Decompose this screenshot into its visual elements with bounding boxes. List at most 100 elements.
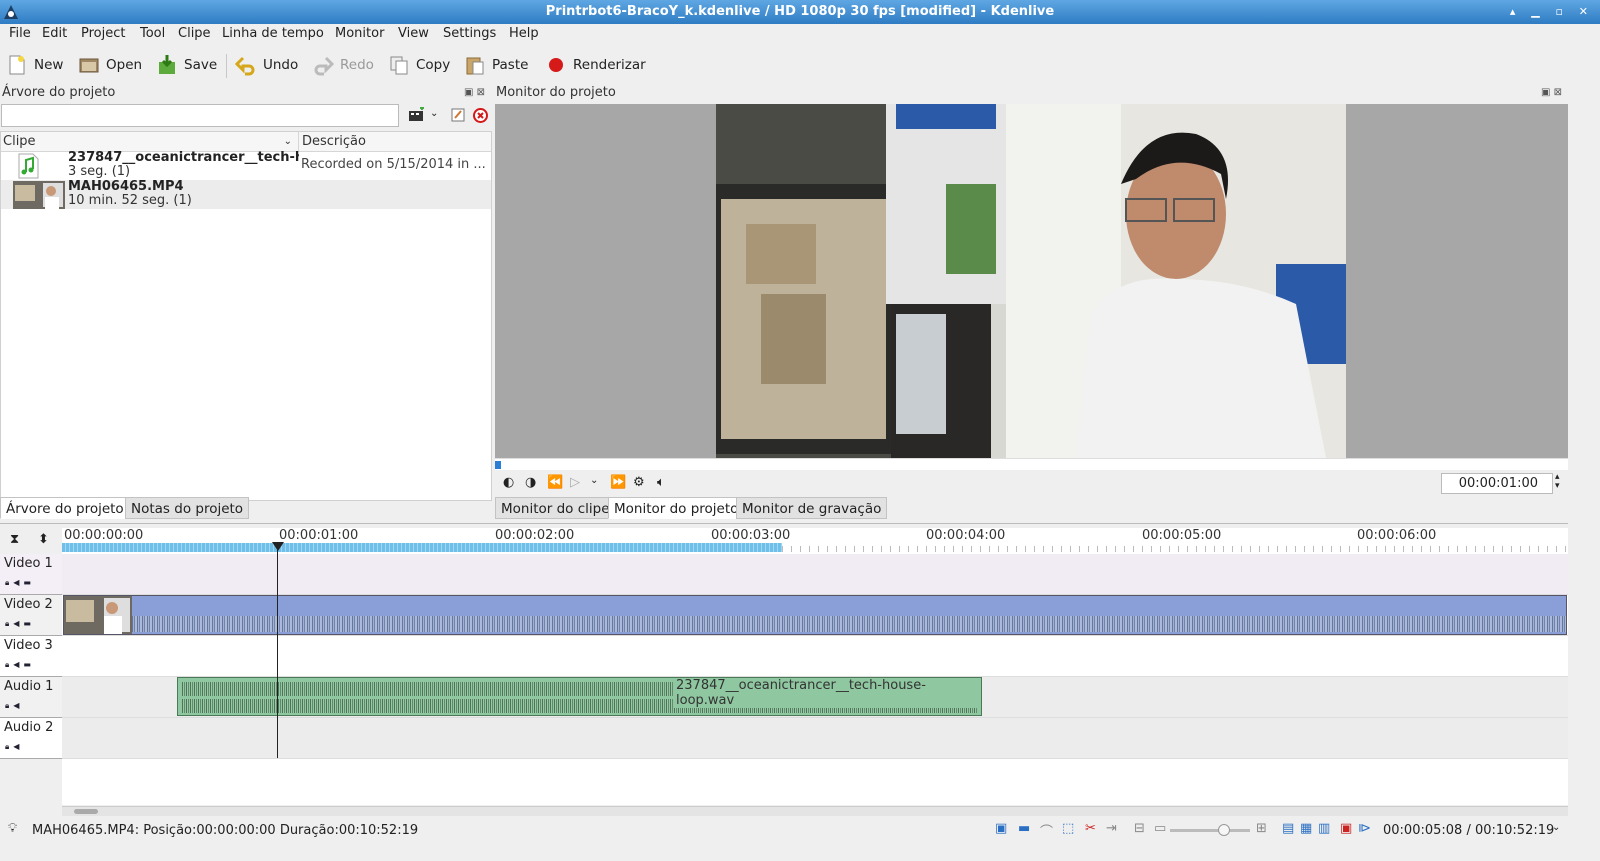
add-clip-icon[interactable] [408, 107, 426, 123]
undo-button[interactable]: Undo [235, 52, 298, 78]
track-header-video-2[interactable]: Video 2 🔒︎◀︎▬ [0, 595, 62, 636]
menu-view[interactable]: View [398, 26, 429, 41]
play-menu-chevron-icon[interactable]: ⌄ [590, 475, 598, 486]
track-lock-mute-icons[interactable]: 🔒︎◀︎ [5, 742, 23, 752]
edit-clip-icon[interactable] [451, 108, 465, 122]
snap-icon[interactable]: ⧐ [1358, 821, 1371, 836]
set-zone-out-icon[interactable]: ◑ [525, 475, 536, 490]
open-folder-icon [79, 58, 99, 73]
menu-edit[interactable]: Edit [42, 26, 67, 41]
timeline-ruler[interactable]: 00:00:00:00 00:00:01:00 00:00:02:00 00:0… [62, 528, 1568, 554]
timeline-playhead[interactable] [277, 543, 278, 758]
forward-icon[interactable]: ⏩ [610, 475, 626, 490]
track-lane-video-1[interactable] [62, 554, 1568, 595]
timecode-spinner-icon[interactable]: ▴ ▾ [1555, 473, 1560, 491]
track-view-icon[interactable]: ▦ [1300, 821, 1312, 836]
track-header-video-3[interactable]: Video 3 🔒︎◀︎▬ [0, 636, 62, 677]
zoom-out-icon[interactable]: ⊟ [1134, 821, 1145, 836]
zoom-slider[interactable] [1170, 824, 1250, 836]
track-name: Video 2 [4, 597, 53, 612]
open-button[interactable]: Open [78, 52, 142, 78]
add-clip-menu-chevron-icon[interactable]: ⌄ [430, 108, 438, 119]
set-zone-in-icon[interactable]: ◐ [503, 475, 514, 490]
track-lock-mute-hide-icons[interactable]: 🔒︎◀︎▬ [5, 660, 35, 670]
menu-monitor[interactable]: Monitor [335, 26, 384, 41]
timeline-zone-bar[interactable] [62, 543, 782, 552]
tab-record-monitor[interactable]: Monitor de gravação [736, 497, 888, 519]
track-header-audio-1[interactable]: Audio 1 🔒︎◀︎ [0, 677, 62, 718]
save-button[interactable]: Save [156, 52, 217, 78]
track-lock-mute-hide-icons[interactable]: 🔒︎◀︎▬ [5, 619, 35, 629]
razor-tool-icon[interactable]: ✂ [1085, 821, 1096, 836]
audio-thumbnails-toggle-icon[interactable]: ▬ [1018, 821, 1030, 836]
menu-settings[interactable]: Settings [443, 26, 496, 41]
column-clip-label: Clipe [3, 134, 36, 149]
video-thumbnails-toggle-icon[interactable]: ▣ [995, 821, 1007, 836]
track-lane-video-3[interactable] [62, 636, 1568, 677]
redo-button[interactable]: Redo [312, 52, 374, 78]
new-button-label: New [34, 57, 64, 73]
split-audio-icon[interactable]: ▤ [1282, 821, 1294, 836]
tab-project-tree[interactable]: Árvore do projeto [0, 497, 130, 519]
menu-timeline[interactable]: Linha de tempo [222, 26, 324, 41]
ruler-tick-label: 00:00:05:00 [1142, 528, 1222, 543]
track-lock-mute-icons[interactable]: 🔒︎◀︎ [5, 701, 23, 711]
window-titlebar: Printrbot6-BracoY_k.kdenlive / HD 1080p … [0, 0, 1600, 24]
timeline-video-clip[interactable] [63, 595, 1567, 635]
markers-toggle-icon[interactable]: ⌒ [1040, 821, 1053, 840]
playhead-marker-icon[interactable] [272, 542, 284, 551]
copy-button[interactable]: Copy [388, 52, 450, 78]
timeline-audio-clip[interactable]: 237847__oceanictrancer__tech-house-loop.… [177, 677, 982, 716]
scrollbar-handle[interactable] [74, 809, 98, 814]
video-frame [716, 104, 1346, 458]
monitor-tabbar: Monitor do clipe Monitor do projeto Moni… [495, 497, 895, 519]
track-header-video-1[interactable]: Video 1 🔒︎◀︎▬ [0, 554, 62, 595]
column-header-description[interactable]: Descrição [298, 132, 491, 152]
column-header-clip[interactable]: Clipe ⌄ [1, 132, 298, 152]
track-lane-audio-2[interactable] [62, 718, 1568, 759]
tab-project-monitor[interactable]: Monitor do projeto [608, 497, 745, 519]
track-header-audio-2[interactable]: Audio 2 🔒︎◀︎ [0, 718, 62, 759]
zoom-fit-icon[interactable]: ▭ [1154, 821, 1166, 836]
project-search-input[interactable] [1, 104, 399, 127]
menu-tool[interactable]: Tool [140, 26, 165, 41]
timecode-format-chevron-icon[interactable]: ⌄ [1552, 822, 1560, 833]
render-button[interactable]: Renderizar [545, 52, 646, 78]
menu-project[interactable]: Project [81, 26, 125, 41]
project-tree-title: Árvore do projeto [2, 85, 116, 100]
menubar: File Edit Project Tool Clipe Linha de te… [0, 24, 1600, 46]
track-lock-mute-hide-icons[interactable]: 🔒︎◀︎▬ [5, 578, 35, 588]
timeline-scrollbar[interactable] [62, 806, 1568, 816]
monitor-ruler[interactable] [495, 458, 1568, 470]
clip-row-audio[interactable]: 237847__oceanictrancer__tech-house-loop.… [1, 150, 491, 180]
monitor-options-icon[interactable]: ⚙ [633, 475, 645, 490]
lightbulb-icon: 💡︎ [8, 821, 18, 836]
record-view-icon[interactable]: ▣ [1340, 821, 1352, 836]
timeline-empty-area [62, 759, 1568, 805]
menu-clipe[interactable]: Clipe [178, 26, 211, 41]
fit-zoom-icon[interactable]: ⧗ [10, 532, 19, 547]
play-icon[interactable]: ▷ [570, 475, 580, 490]
tab-clip-monitor[interactable]: Monitor do clipe [495, 497, 616, 519]
volume-icon[interactable]: 🔈︎ [657, 475, 665, 490]
selection-tool-icon[interactable]: ⬚ [1062, 821, 1074, 836]
ruler-tick-label: 00:00:06:00 [1357, 528, 1437, 543]
rewind-icon[interactable]: ⏪ [547, 475, 563, 490]
monitor-timecode-field[interactable]: 00:00:01:00 [1441, 473, 1553, 494]
project-tree-dock-buttons[interactable]: ▣ ⊠ [464, 87, 485, 98]
paste-button[interactable]: Paste [464, 52, 528, 78]
track-height-icon[interactable]: ⬍ [38, 532, 49, 547]
tab-project-notes[interactable]: Notas do projeto [125, 497, 250, 519]
window-controls[interactable]: ▴ ▁ ▫ ✕ [1510, 0, 1594, 24]
monitor-dock-buttons[interactable]: ▣ ⊠ [1541, 87, 1562, 98]
spacer-tool-icon[interactable]: ⇥ [1106, 821, 1117, 836]
frame-view-icon[interactable]: ▥ [1318, 821, 1330, 836]
menu-help[interactable]: Help [509, 26, 539, 41]
clip-row-video[interactable]: MAH06465.MP4 10 min. 52 seg. (1) [1, 179, 491, 209]
menu-file[interactable]: File [9, 26, 31, 41]
open-button-label: Open [106, 57, 143, 73]
zoom-in-icon[interactable]: ⊞ [1256, 821, 1267, 836]
delete-clip-icon[interactable] [473, 108, 488, 123]
new-button[interactable]: New [6, 52, 63, 78]
zoom-slider-handle[interactable] [1218, 824, 1230, 836]
